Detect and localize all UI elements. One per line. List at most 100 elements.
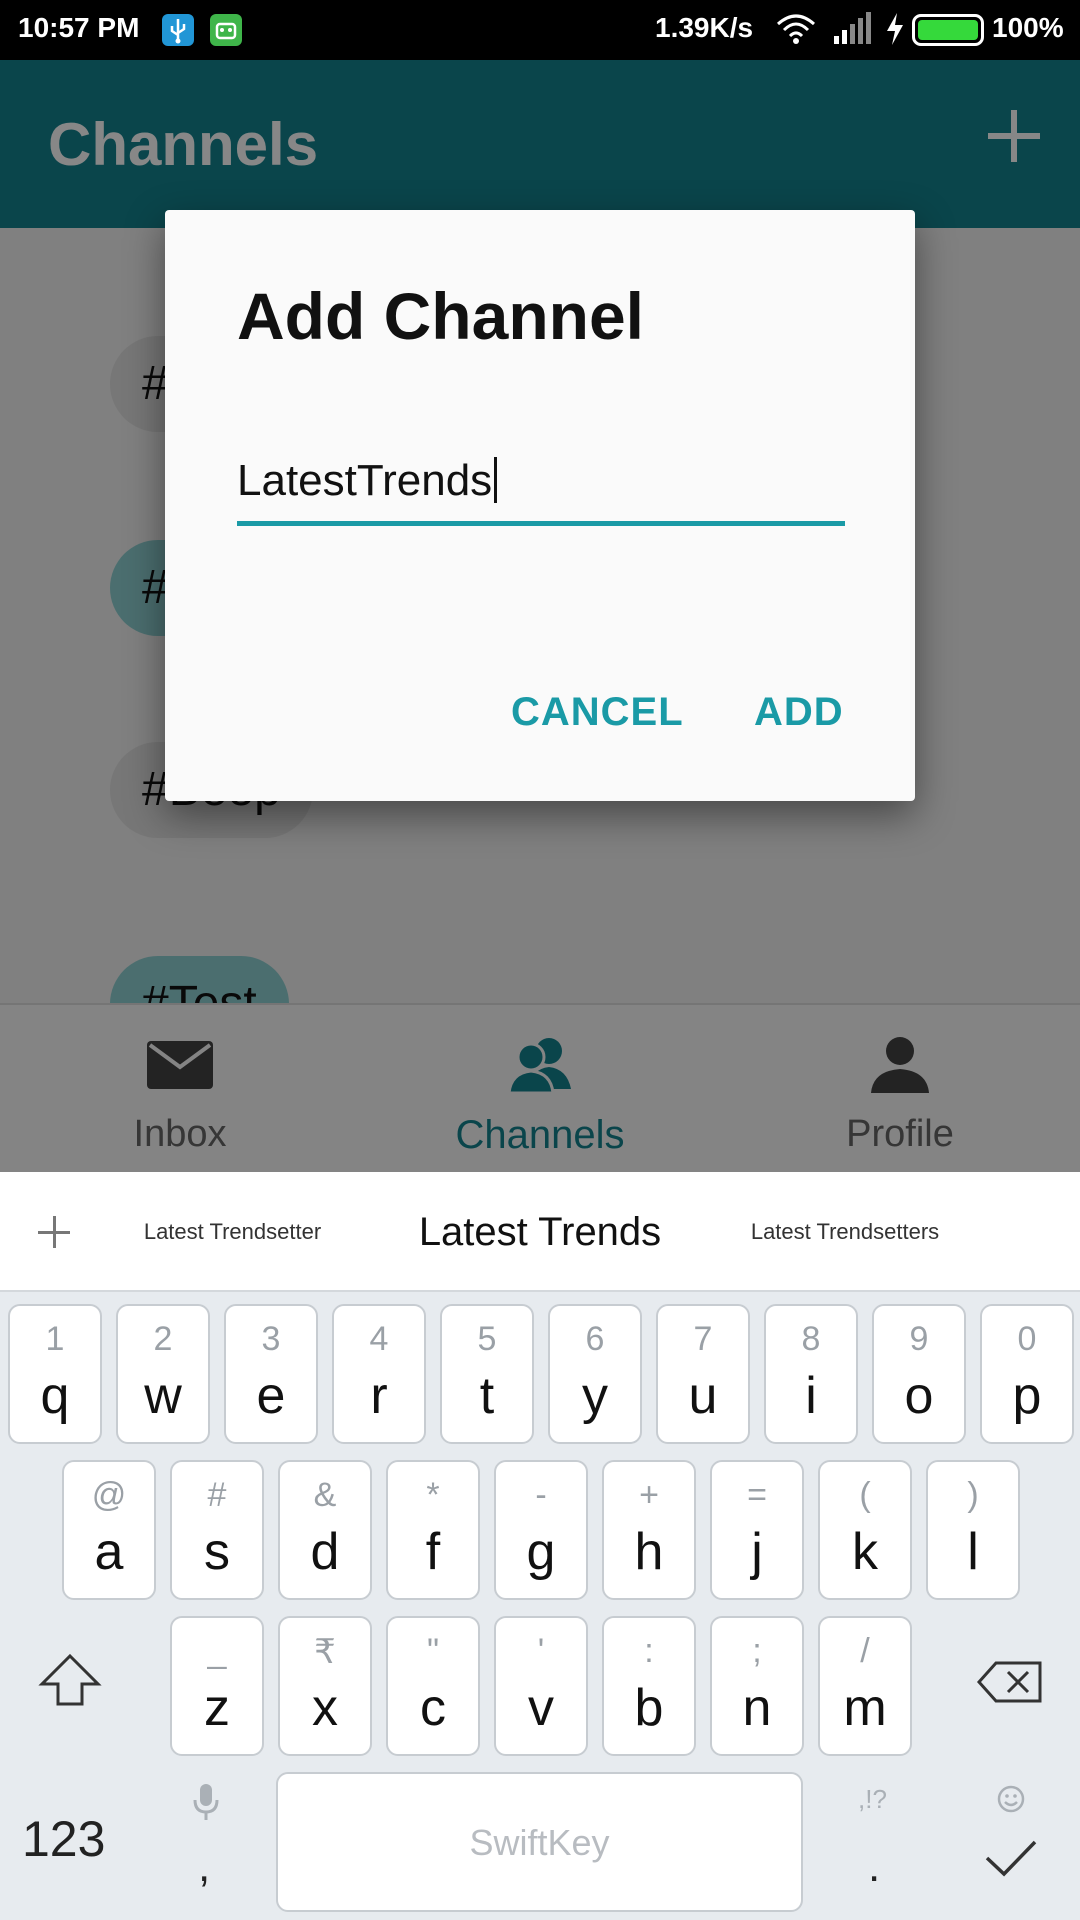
key-hint: ' [537,1632,545,1670]
signal-icon [832,12,872,53]
net-speed: 1.39K/s [655,12,754,43]
key-j[interactable]: = j [710,1460,804,1600]
key-z[interactable]: _ z [170,1616,264,1756]
key-label: v [528,1679,554,1737]
checkmark-icon[interactable] [984,1838,1038,1883]
dialog-title: Add Channel [237,279,644,353]
text-cursor [494,457,498,503]
robot-icon [210,14,242,46]
key-hint: : [644,1632,654,1670]
key-label: l [967,1523,979,1581]
numbers-key[interactable]: 123 [22,1810,105,1868]
key-v[interactable]: ' v [494,1616,588,1756]
key-hint: _ [207,1632,227,1670]
key-label: h [634,1523,664,1581]
key-g[interactable]: -g [494,1460,588,1600]
space-bar[interactable]: SwiftKey [276,1772,803,1912]
key-c[interactable]: " c [386,1616,480,1756]
wifi-icon [776,12,816,53]
key-hint: 3 [261,1320,281,1358]
key-m[interactable]: / m [818,1616,912,1756]
key-k[interactable]: (k [818,1460,912,1600]
key-label: t [479,1367,495,1425]
plus-icon[interactable] [38,1216,70,1248]
key-o[interactable]: 9o [872,1304,966,1444]
key-d[interactable]: & d [278,1460,372,1600]
shift-icon[interactable] [38,1652,102,1713]
key-label: r [370,1367,388,1425]
status-time: 10:57 PM [18,12,140,43]
key-w[interactable]: 2w [116,1304,210,1444]
key-s[interactable]: # s [170,1460,264,1600]
key-label: g [526,1523,556,1581]
comma-key[interactable]: , [198,1842,210,1892]
key-y[interactable]: 6y [548,1304,642,1444]
key-hint: & [313,1476,337,1514]
key-label: j [751,1523,763,1581]
key-label: n [742,1679,772,1737]
key-label: i [805,1367,817,1425]
key-h[interactable]: + h [602,1460,696,1600]
cancel-button[interactable]: CANCEL [511,690,684,735]
key-n[interactable]: ; n [710,1616,804,1756]
key-hint: / [860,1632,870,1670]
key-label: c [420,1679,446,1737]
key-hint: * [426,1476,440,1514]
key-label: f [425,1523,441,1581]
charging-icon [884,12,906,53]
status-bar: 10:57 PM 1.39K/s 100% [0,0,1080,60]
key-hint: 1 [45,1320,65,1358]
suggestion-left[interactable]: Latest Trendsetter [100,1172,365,1292]
key-label: q [40,1367,70,1425]
suggestion-center[interactable]: Latest Trends [375,1172,705,1292]
key-b[interactable]: :b [602,1616,696,1756]
channel-name-input[interactable]: LatestTrends [237,456,845,526]
key-t[interactable]: 5t [440,1304,534,1444]
key-hint: + [639,1476,659,1514]
key-hint: 0 [1017,1320,1037,1358]
period-key[interactable]: . [868,1842,880,1892]
key-i[interactable]: 8i [764,1304,858,1444]
suggestion-bar: Latest Trendsetter Latest Trends Latest … [0,1172,1080,1292]
key-hint: 6 [585,1320,605,1358]
key-hint: 5 [477,1320,497,1358]
key-label: y [582,1367,608,1425]
mic-icon [192,1782,220,1827]
battery-level: 100% [992,12,1064,43]
suggestion-right[interactable]: Latest Trendsetters [720,1172,970,1292]
key-label: x [312,1679,338,1737]
key-label: o [904,1367,934,1425]
key-e[interactable]: 3e [224,1304,318,1444]
keyboard: Latest Trendsetter Latest Trends Latest … [0,1172,1080,1920]
key-hint: - [535,1476,547,1514]
key-label: d [310,1523,340,1581]
key-hint: 7 [693,1320,713,1358]
usb-icon [162,14,194,46]
key-x[interactable]: ₹ x [278,1616,372,1756]
key-label: p [1012,1367,1042,1425]
key-hint: " [426,1632,440,1670]
key-p[interactable]: 0p [980,1304,1074,1444]
emoji-icon[interactable] [996,1784,1026,1819]
add-button[interactable]: ADD [754,690,844,735]
key-a[interactable]: @ a [62,1460,156,1600]
backspace-icon[interactable] [976,1660,1044,1709]
key-hint: ₹ [314,1633,336,1671]
key-r[interactable]: 4r [332,1304,426,1444]
channel-name-value: LatestTrends [237,456,493,505]
key-label: s [204,1523,230,1581]
key-label: e [256,1367,286,1425]
key-hint: 2 [153,1320,173,1358]
key-label: b [634,1679,664,1737]
key-label: z [204,1679,230,1737]
key-hint: @ [91,1476,127,1514]
add-channel-dialog: Add Channel LatestTrends CANCEL ADD [165,210,915,801]
key-q[interactable]: 1q [8,1304,102,1444]
key-u[interactable]: 7u [656,1304,750,1444]
key-f[interactable]: * f [386,1460,480,1600]
key-hint: 4 [369,1320,389,1358]
key-l[interactable]: ) l [926,1460,1020,1600]
key-hint: ) [967,1476,979,1514]
key-hint: # [207,1476,227,1514]
key-label: m [843,1679,887,1737]
